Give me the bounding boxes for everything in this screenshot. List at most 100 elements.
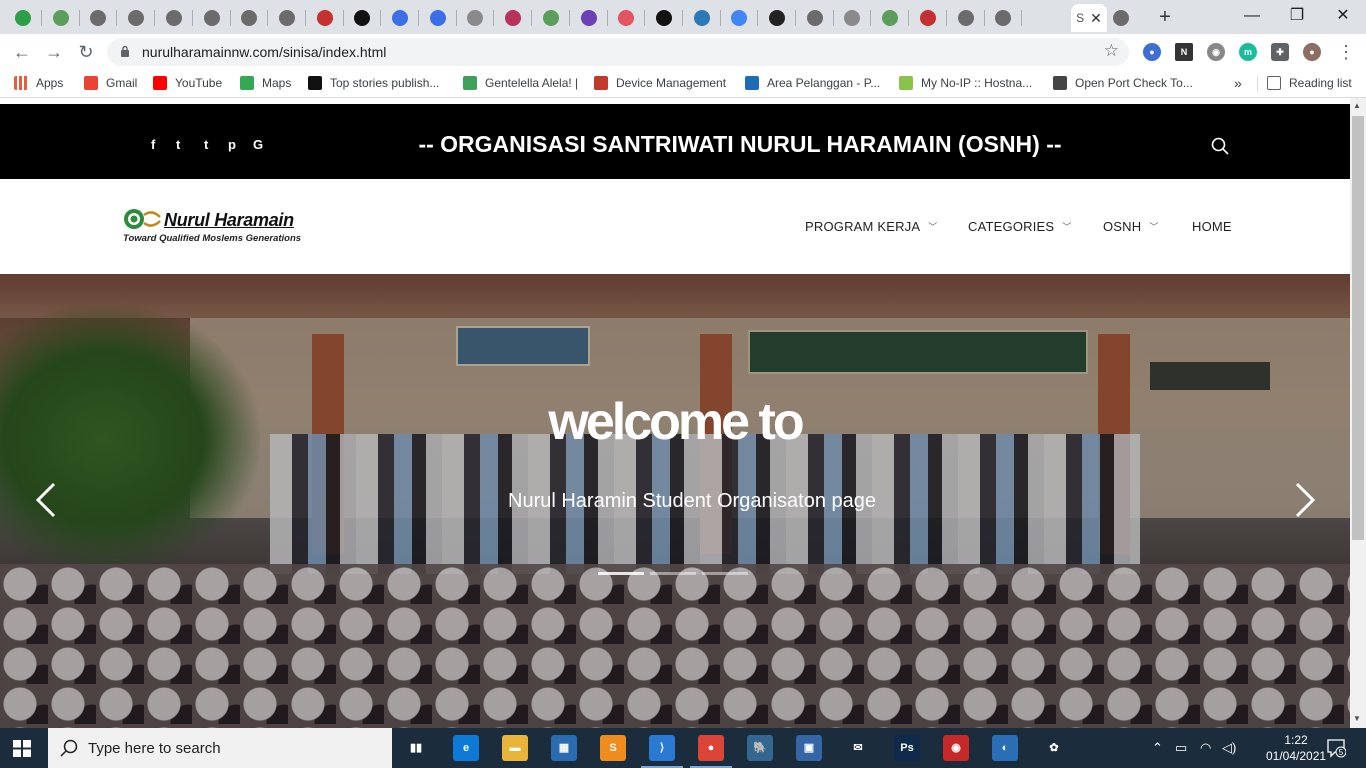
bookmark-item[interactable]: Top stories publish... bbox=[308, 76, 439, 90]
slider-indicator[interactable] bbox=[650, 572, 696, 575]
store-icon[interactable]: ▦ bbox=[551, 735, 577, 761]
nav-item-home[interactable]: HOME bbox=[1192, 219, 1232, 234]
app-blue-icon[interactable]: ◐ bbox=[992, 735, 1018, 761]
edge-icon[interactable]: e bbox=[453, 735, 479, 761]
browser-tab[interactable] bbox=[80, 4, 116, 32]
browser-tab[interactable] bbox=[1103, 4, 1139, 32]
browser-tab[interactable] bbox=[269, 4, 305, 32]
slider-next-arrow-icon[interactable] bbox=[1289, 480, 1319, 520]
task-view-icon[interactable]: ▮▮ bbox=[403, 735, 429, 761]
battery-icon[interactable]: ▭ bbox=[1175, 740, 1187, 756]
browser-tab[interactable] bbox=[344, 4, 380, 32]
bookmark-favicon-icon bbox=[1053, 76, 1067, 90]
close-window-button[interactable]: ✕ bbox=[1320, 4, 1366, 28]
bookmark-item[interactable]: Area Pelanggan - P... bbox=[745, 76, 880, 90]
postgres-icon[interactable]: 🐘 bbox=[747, 735, 773, 761]
nav-item-categories[interactable]: CATEGORIES ﹀ bbox=[968, 219, 1071, 234]
browser-tab[interactable] bbox=[307, 4, 343, 32]
logo-tagline: Toward Qualified Moslems Generations bbox=[123, 233, 302, 244]
action-center-icon[interactable]: 5 bbox=[1326, 738, 1346, 758]
browser-tab[interactable] bbox=[834, 4, 870, 32]
bookmark-item[interactable]: Open Port Check To... bbox=[1053, 76, 1193, 90]
extension-new-icon[interactable]: N bbox=[1175, 43, 1193, 61]
browser-tab[interactable] bbox=[721, 4, 757, 32]
new-tab-button[interactable]: + bbox=[1153, 6, 1177, 29]
camera-icon[interactable]: ◉ bbox=[1207, 43, 1225, 61]
file-explorer-icon[interactable]: ▬ bbox=[502, 735, 528, 761]
photoshop-icon[interactable]: Ps bbox=[894, 735, 920, 761]
scroll-up-icon[interactable]: ▲ bbox=[1353, 101, 1361, 110]
tab-favicon-icon bbox=[505, 10, 522, 26]
close-tab-icon[interactable]: ✕ bbox=[1090, 10, 1102, 27]
browser-tab[interactable] bbox=[118, 4, 154, 32]
forward-icon[interactable]: → bbox=[42, 40, 66, 64]
sublime-icon[interactable]: S bbox=[600, 735, 626, 761]
browser-tab[interactable] bbox=[759, 4, 795, 32]
browser-tab[interactable] bbox=[533, 4, 569, 32]
bookmark-item[interactable]: Device Management bbox=[594, 76, 726, 90]
remote-icon[interactable]: ▣ bbox=[796, 735, 822, 761]
browser-tab[interactable] bbox=[684, 4, 720, 32]
browser-tab[interactable] bbox=[571, 4, 607, 32]
search-icon[interactable] bbox=[1211, 137, 1229, 155]
slider-prev-arrow-icon[interactable] bbox=[32, 480, 62, 520]
lock-icon[interactable] bbox=[120, 45, 130, 57]
browser-tab[interactable] bbox=[194, 4, 230, 32]
browser-tab[interactable] bbox=[495, 4, 531, 32]
minimize-button[interactable]: — bbox=[1229, 4, 1275, 28]
taskbar-search-box[interactable]: Type here to search bbox=[48, 728, 392, 768]
bookmark-item[interactable]: Gentelella Alela! | bbox=[463, 76, 578, 90]
tab-active[interactable]: S ✕ bbox=[1071, 4, 1107, 32]
windows-start-icon[interactable] bbox=[13, 740, 31, 757]
mail-icon[interactable]: ✉ bbox=[845, 735, 871, 761]
browser-tab[interactable] bbox=[910, 4, 946, 32]
browser-tab[interactable] bbox=[382, 4, 418, 32]
slider-indicator[interactable] bbox=[598, 572, 644, 575]
bookmark-item[interactable]: YouTube bbox=[153, 76, 222, 90]
restore-button[interactable]: ❐ bbox=[1274, 4, 1320, 28]
browser-tab[interactable] bbox=[985, 4, 1021, 32]
browser-tab[interactable] bbox=[608, 4, 644, 32]
site-logo[interactable]: Nurul Haramain Toward Qualified Moslems … bbox=[122, 207, 301, 249]
bookmark-star-icon[interactable]: ☆ bbox=[1104, 41, 1119, 61]
page-scrollbar[interactable]: ▲ ▼ bbox=[1350, 98, 1366, 728]
chrome-icon[interactable]: ● bbox=[690, 735, 732, 768]
browser-tab[interactable] bbox=[646, 4, 682, 32]
browser-tab[interactable] bbox=[948, 4, 984, 32]
profile-avatar[interactable]: ● bbox=[1303, 43, 1321, 61]
taskbar-clock[interactable]: 1:22 01/04/2021 bbox=[1266, 732, 1326, 764]
vscode-icon[interactable]: ⟩ bbox=[641, 735, 683, 768]
scrollbar-thumb[interactable] bbox=[1352, 116, 1364, 540]
wifi-icon[interactable]: ◠ bbox=[1200, 740, 1211, 756]
menu-kebab-icon[interactable]: ⋮ bbox=[1334, 40, 1358, 64]
slider-indicator[interactable] bbox=[702, 572, 748, 575]
nav-item-program-kerja[interactable]: PROGRAM KERJA ﹀ bbox=[805, 219, 938, 234]
back-icon[interactable]: ← bbox=[10, 40, 34, 64]
browser-tab[interactable] bbox=[457, 4, 493, 32]
bookmarks-overflow-icon[interactable]: » bbox=[1234, 75, 1242, 91]
app-white-icon[interactable]: ✿ bbox=[1041, 735, 1067, 761]
volume-icon[interactable]: ◁) bbox=[1222, 740, 1236, 756]
reload-icon[interactable]: ↻ bbox=[74, 40, 98, 64]
browser-tab[interactable] bbox=[872, 4, 908, 32]
app-red-icon[interactable]: ◉ bbox=[943, 735, 969, 761]
address-bar[interactable]: nurulharamainnw.com/sinisa/index.html ☆ bbox=[107, 38, 1129, 66]
extensions-puzzle-icon[interactable]: ✚ bbox=[1271, 43, 1289, 61]
browser-tab[interactable] bbox=[5, 4, 41, 32]
extension-globe-icon[interactable]: ● bbox=[1143, 43, 1161, 61]
browser-tab[interactable] bbox=[420, 4, 456, 32]
browser-tab[interactable] bbox=[43, 4, 79, 32]
scroll-down-icon[interactable]: ▼ bbox=[1353, 714, 1361, 723]
tray-chevron-icon[interactable]: ⌃ bbox=[1152, 740, 1163, 756]
bookmark-item[interactable]: Maps bbox=[240, 76, 291, 90]
bookmark-item[interactable]: Gmail bbox=[84, 76, 137, 90]
bookmark-item[interactable]: Apps bbox=[14, 76, 63, 90]
browser-tab[interactable] bbox=[797, 4, 833, 32]
nav-item-osnh[interactable]: OSNH ﹀ bbox=[1103, 219, 1159, 234]
browser-tab[interactable] bbox=[231, 4, 267, 32]
browser-tab[interactable] bbox=[156, 4, 192, 32]
extension-m-icon[interactable]: m bbox=[1239, 43, 1257, 61]
reading-list-button[interactable]: Reading list bbox=[1267, 76, 1352, 90]
nav-item-label: OSNH bbox=[1103, 219, 1142, 234]
bookmark-item[interactable]: My No-IP :: Hostna... bbox=[899, 76, 1032, 90]
